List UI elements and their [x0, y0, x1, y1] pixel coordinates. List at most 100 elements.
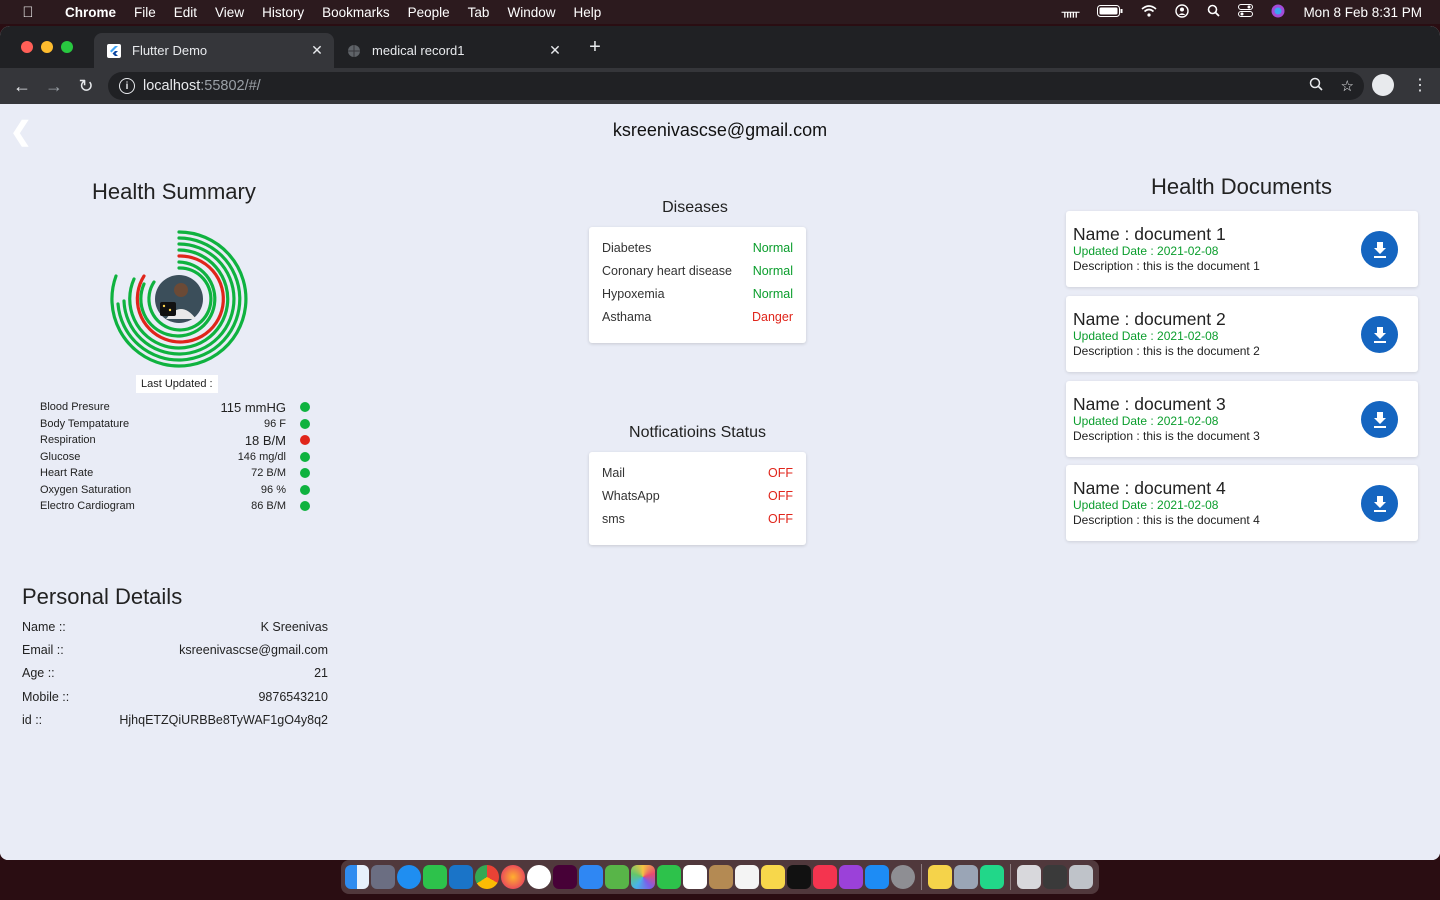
minimize-window-button[interactable]: [41, 41, 53, 53]
bookmark-star-icon[interactable]: ☆: [1341, 77, 1354, 95]
status-dot-green: [300, 468, 310, 479]
system-preferences-icon[interactable]: [891, 865, 915, 889]
bluetooth-icon[interactable]: ᚅ: [1062, 4, 1080, 20]
document-date: Updated Date : 2021-02-08: [1073, 414, 1219, 428]
photos-icon[interactable]: [631, 865, 655, 889]
calendar-icon[interactable]: [683, 865, 707, 889]
sketch-icon[interactable]: [928, 865, 952, 889]
close-tab-icon[interactable]: ✕: [306, 42, 328, 59]
preview-icon[interactable]: [954, 865, 978, 889]
vital-label: Blood Presure: [40, 401, 110, 414]
spotlight-search-icon[interactable]: [1207, 4, 1221, 20]
contacts-icon[interactable]: [709, 865, 733, 889]
wifi-icon[interactable]: [1141, 4, 1157, 20]
control-center-icon[interactable]: [1238, 4, 1254, 20]
document-date: Updated Date : 2021-02-08: [1073, 498, 1219, 512]
menu-tab[interactable]: Tab: [459, 5, 499, 20]
page-content: ❮ ksreenivascse@gmail.com Health Summary: [0, 104, 1440, 860]
siri-icon[interactable]: [1271, 4, 1285, 21]
pycharm-icon[interactable]: [980, 865, 1004, 889]
health-rings-chart: [110, 230, 248, 368]
document-description: Description : this is the document 1: [1073, 259, 1260, 273]
vital-value: 96 F: [263, 417, 286, 430]
page-title-email: ksreenivascse@gmail.com: [612, 120, 828, 140]
diseases-card: Diabetes Normal Coronary heart disease Nor…: [589, 227, 806, 343]
more-menu-icon[interactable]: ⋮: [1412, 75, 1428, 95]
notification-channel: Mail: [602, 465, 625, 480]
tab-medical-record[interactable]: medical record1 ✕: [334, 33, 572, 68]
tab-strip: Flutter Demo ✕ medical record1 ✕ +: [0, 26, 1440, 68]
download-button[interactable]: [1361, 316, 1398, 353]
app-store-icon[interactable]: [865, 865, 889, 889]
disease-name: Coronary heart disease: [602, 263, 732, 278]
menu-view[interactable]: View: [206, 5, 253, 20]
maps-icon[interactable]: [605, 865, 629, 889]
notification-status[interactable]: OFF: [768, 466, 793, 480]
zoom-window-button[interactable]: [61, 41, 73, 53]
music-icon[interactable]: [813, 865, 837, 889]
notification-row: Mail OFF: [589, 461, 806, 484]
safari-icon[interactable]: [397, 865, 421, 889]
notion-icon[interactable]: [527, 865, 551, 889]
notification-status[interactable]: OFF: [768, 512, 793, 526]
apple-icon[interactable]: : [0, 4, 56, 21]
detail-value: 9876543210: [258, 689, 328, 704]
back-arrow-icon[interactable]: ←: [6, 76, 38, 97]
document-date: Updated Date : 2021-02-08: [1073, 329, 1219, 343]
menu-history[interactable]: History: [253, 5, 313, 20]
profile-avatar-icon[interactable]: [1372, 74, 1394, 96]
browser-toolbar: ← → ↻ i localhost:55802/#/ ☆ ⋮: [0, 68, 1440, 104]
vital-row: Oxygen Saturation 96 %: [40, 482, 320, 499]
vital-row: Glucose 146 mg/dl: [40, 449, 320, 466]
menu-window[interactable]: Window: [498, 5, 564, 20]
vital-label: Glucose: [40, 450, 81, 463]
download-button[interactable]: [1361, 485, 1398, 522]
vscode-icon[interactable]: [449, 865, 473, 889]
menu-bookmarks[interactable]: Bookmarks: [313, 5, 399, 20]
notification-status[interactable]: OFF: [768, 489, 793, 503]
apple-tv-icon[interactable]: [787, 865, 811, 889]
download-button[interactable]: [1361, 231, 1398, 268]
facetime-icon[interactable]: [657, 865, 681, 889]
downloads-stack-icon[interactable]: [1017, 865, 1041, 889]
battery-icon[interactable]: [1097, 4, 1123, 20]
finder-icon[interactable]: [345, 865, 369, 889]
detail-value: ksreenivascse@gmail.com: [179, 642, 328, 657]
messages-icon[interactable]: [423, 865, 447, 889]
trash-icon[interactable]: [1069, 865, 1093, 889]
document-description: Description : this is the document 4: [1073, 513, 1260, 527]
vital-row: Respiration 18 B/M: [40, 432, 320, 449]
reload-icon[interactable]: ↻: [70, 76, 102, 97]
firefox-icon[interactable]: [501, 865, 525, 889]
podcasts-icon[interactable]: [839, 865, 863, 889]
status-dot-green: [300, 418, 310, 429]
notes-icon[interactable]: [761, 865, 785, 889]
adobe-xd-icon[interactable]: [553, 865, 577, 889]
download-icon: [1373, 411, 1386, 428]
user-account-icon[interactable]: [1175, 3, 1190, 21]
download-button[interactable]: [1361, 401, 1398, 438]
menubar-clock[interactable]: Mon 8 Feb 8:31 PM: [1303, 5, 1422, 20]
site-info-icon[interactable]: i: [119, 78, 135, 94]
launchpad-icon[interactable]: [371, 865, 395, 889]
menu-help[interactable]: Help: [564, 5, 610, 20]
chrome-icon[interactable]: [475, 865, 499, 889]
menu-edit[interactable]: Edit: [165, 5, 206, 20]
new-tab-button[interactable]: +: [584, 36, 606, 59]
address-bar[interactable]: i localhost:55802/#/ ☆: [108, 72, 1364, 100]
disease-row: Diabetes Normal: [589, 236, 806, 259]
menu-people[interactable]: People: [399, 5, 459, 20]
menu-app-name[interactable]: Chrome: [56, 5, 125, 20]
documents-stack-icon[interactable]: [1043, 865, 1067, 889]
zoom-icon[interactable]: [1309, 77, 1323, 95]
mail-icon[interactable]: [579, 865, 603, 889]
reminders-icon[interactable]: [735, 865, 759, 889]
menu-file[interactable]: File: [125, 5, 165, 20]
close-tab-icon[interactable]: ✕: [544, 42, 566, 59]
forward-arrow-icon[interactable]: →: [38, 76, 70, 97]
tab-flutter-demo[interactable]: Flutter Demo ✕: [94, 33, 334, 68]
close-window-button[interactable]: [21, 41, 33, 53]
vital-value: 18 B/M: [244, 432, 286, 448]
disease-name: Diabetes: [602, 240, 652, 255]
vital-value: 146 mg/dl: [237, 450, 286, 463]
